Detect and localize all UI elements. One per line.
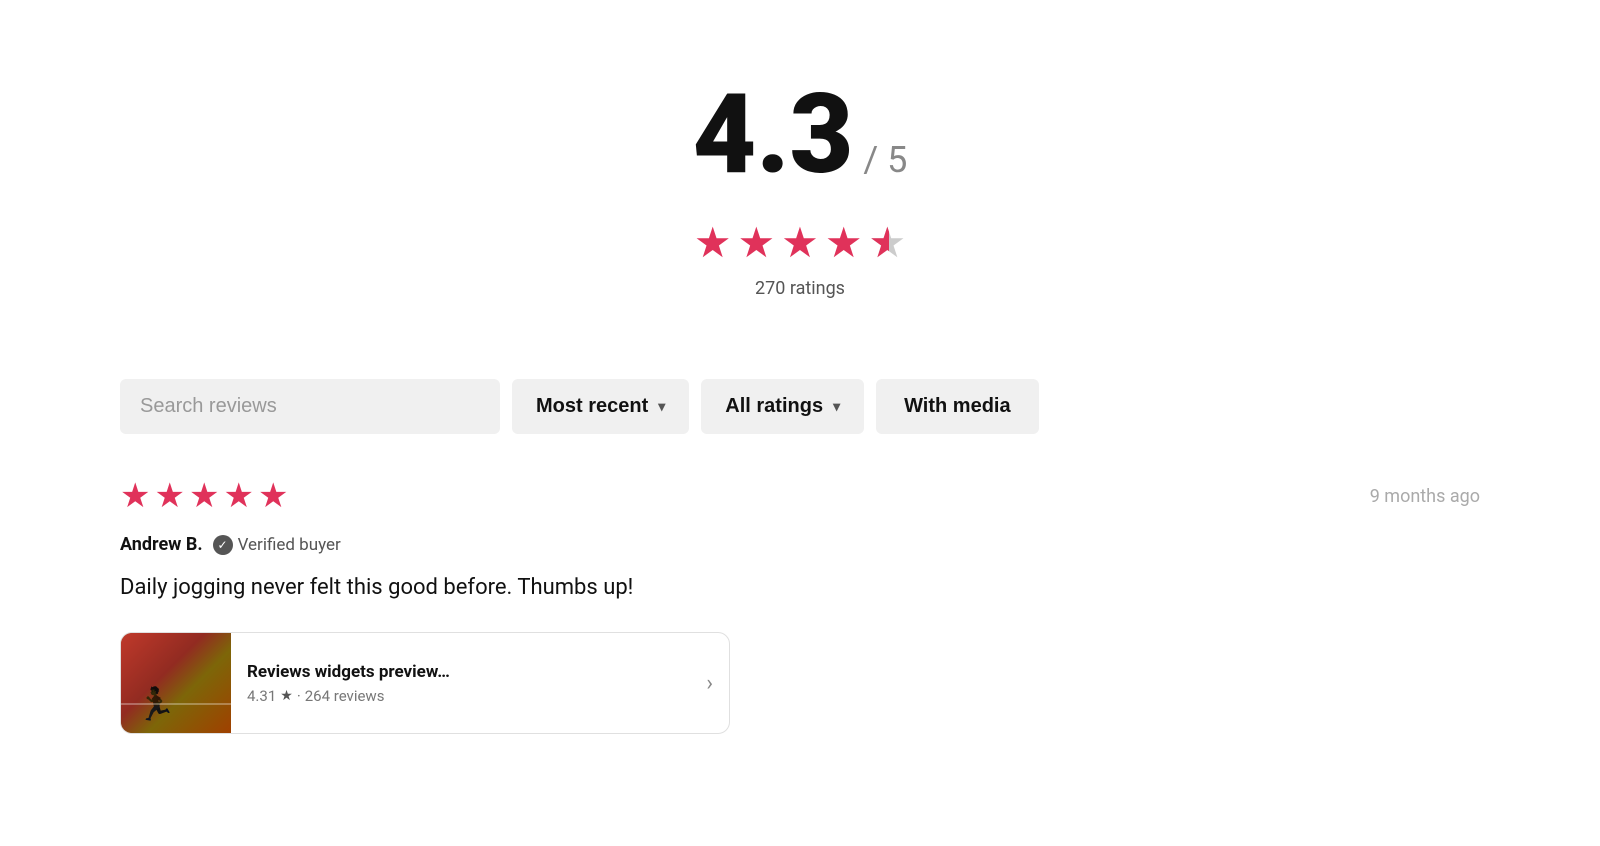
ratings-count: 270 ratings: [120, 278, 1480, 299]
with-media-button[interactable]: With media: [876, 379, 1039, 434]
search-input[interactable]: [120, 379, 500, 434]
widget-reviews-count: 264 reviews: [305, 687, 385, 705]
stars-display: ★ ★ ★ ★ ★ ★: [120, 218, 1480, 268]
star-1: ★: [694, 218, 732, 268]
review-stars: ★ ★ ★ ★ ★: [120, 476, 288, 516]
star-5-half: ★ ★: [868, 218, 906, 268]
reviewer-info: Andrew B. ✓ Verified buyer: [120, 534, 1480, 555]
rating-dropdown[interactable]: All ratings ▾: [701, 379, 864, 434]
verified-badge: ✓ Verified buyer: [213, 535, 341, 555]
rating-out-of: / 5: [863, 139, 907, 181]
review-star-1: ★: [120, 476, 150, 516]
widget-score: 4.31: [247, 687, 276, 705]
with-media-label: With media: [904, 395, 1011, 417]
widget-thumbnail: 🏃: [121, 633, 231, 733]
review-star-3: ★: [189, 476, 219, 516]
rating-number: 4.3 / 5: [693, 80, 908, 190]
verified-label: Verified buyer: [238, 535, 341, 555]
star-3: ★: [781, 218, 819, 268]
filter-bar: Most recent ▾ All ratings ▾ With media: [120, 379, 1480, 434]
track-lines: [121, 703, 231, 733]
rating-score: 4.3: [693, 80, 854, 190]
sort-chevron-icon: ▾: [658, 398, 665, 415]
verified-checkmark-icon: ✓: [213, 535, 233, 555]
widget-chevron-icon: ›: [706, 671, 729, 696]
rating-chevron-icon: ▾: [833, 398, 840, 415]
widget-dot: ·: [297, 687, 301, 705]
widget-preview-card[interactable]: 🏃 Reviews widgets preview… 4.31 ★ · 264 …: [120, 632, 730, 734]
widget-star-icon: ★: [280, 688, 293, 704]
review-item: ★ ★ ★ ★ ★ 9 months ago Andrew B. ✓ Verif…: [120, 476, 1480, 734]
sort-label: Most recent: [536, 395, 648, 418]
star-4: ★: [825, 218, 863, 268]
review-star-4: ★: [223, 476, 253, 516]
review-star-5: ★: [258, 476, 288, 516]
reviews-section: ★ ★ ★ ★ ★ 9 months ago Andrew B. ✓ Verif…: [120, 476, 1480, 734]
rating-summary: 4.3 / 5 ★ ★ ★ ★ ★ ★ 270 ratings: [120, 40, 1480, 329]
review-star-2: ★: [154, 476, 184, 516]
sort-dropdown[interactable]: Most recent ▾: [512, 379, 689, 434]
star-2: ★: [738, 218, 776, 268]
reviewer-name: Andrew B.: [120, 534, 203, 555]
rating-label: All ratings: [725, 395, 823, 418]
widget-title: Reviews widgets preview…: [247, 662, 690, 682]
review-text: Daily jogging never felt this good befor…: [120, 571, 1480, 604]
review-time: 9 months ago: [1370, 486, 1480, 507]
widget-info: Reviews widgets preview… 4.31 ★ · 264 re…: [231, 648, 706, 719]
widget-meta: 4.31 ★ · 264 reviews: [247, 687, 690, 705]
review-header: ★ ★ ★ ★ ★ 9 months ago: [120, 476, 1480, 516]
